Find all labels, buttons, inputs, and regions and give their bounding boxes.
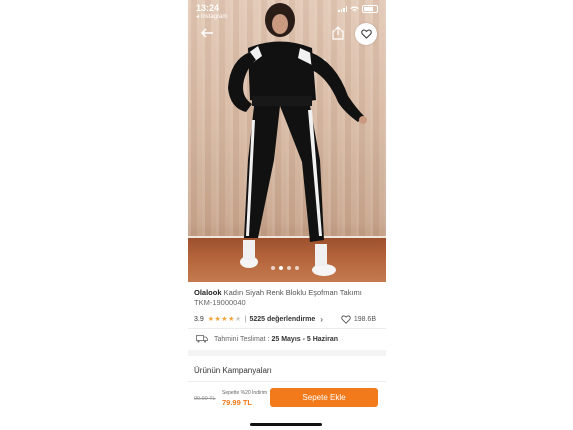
back-to-app-link[interactable]: ◂ Instagram — [196, 13, 227, 20]
carousel-dot[interactable] — [287, 266, 291, 270]
status-time: 13:24 — [196, 3, 220, 13]
carousel-dots[interactable] — [271, 266, 299, 270]
product-screen: 13:24 ◂ Instagram Olalook Kadın Siyah Re… — [188, 0, 386, 430]
product-name: Kadın Siyah Renk Bloklu Eşofman Takımı — [223, 288, 362, 297]
signal-icon — [338, 6, 347, 12]
purchase-bar: 99.99 TL Sepette %20 İndirim 79.99 TL Se… — [188, 384, 386, 416]
campaigns-title[interactable]: Ürünün Kampanyaları — [194, 366, 272, 375]
product-info: Olalook Kadın Siyah Renk Bloklu Eşofman … — [194, 288, 382, 308]
section-divider — [188, 350, 386, 356]
delivery-range: 25 Mayıs - 5 Haziran — [271, 335, 338, 343]
rating-stars: ★★★★★ — [208, 315, 242, 323]
like-count-value: 198.6B — [353, 315, 376, 323]
chevron-right-icon[interactable]: › — [320, 315, 323, 324]
status-icons — [338, 5, 378, 13]
back-arrow-icon[interactable] — [200, 26, 216, 42]
delivery-estimate: Tahmini Teslimat : 25 Mayıs - 5 Haziran — [196, 335, 338, 343]
share-icon[interactable] — [332, 26, 348, 42]
old-price: 99.99 TL — [194, 396, 216, 402]
review-count-link[interactable]: 5225 değerlendirme — [249, 316, 315, 323]
star-icon: ★ — [234, 316, 242, 323]
home-indicator[interactable] — [250, 423, 322, 426]
truck-icon — [196, 335, 208, 343]
delivery-label: Tahmini Teslimat : — [214, 335, 270, 343]
discounted-price: 79.99 TL — [222, 398, 253, 407]
product-sku: TKM-19000040 — [194, 298, 246, 307]
heart-icon — [341, 314, 351, 324]
divider — [188, 328, 386, 329]
carousel-dot[interactable] — [295, 266, 299, 270]
battery-icon — [362, 5, 378, 13]
wifi-icon — [350, 6, 359, 12]
promo-text: Sepette %20 İndirim — [222, 390, 268, 396]
divider — [188, 381, 386, 382]
rating-value: 3.9 — [194, 315, 204, 323]
favorite-button[interactable] — [355, 23, 377, 45]
add-to-cart-button[interactable]: Sepete Ekle — [270, 388, 378, 407]
rating-separator: | — [244, 315, 247, 323]
heart-icon — [360, 29, 372, 39]
product-image[interactable]: 13:24 ◂ Instagram — [188, 0, 386, 282]
carousel-dot[interactable] — [279, 266, 283, 270]
product-title: Olalook Kadın Siyah Renk Bloklu Eşofman … — [194, 288, 382, 298]
carousel-dot[interactable] — [271, 266, 275, 270]
star-icon: ★ — [207, 316, 215, 323]
like-count[interactable]: 198.6B — [341, 314, 376, 324]
rating-row: 3.9 ★★★★★ | 5225 değerlendirme › 198.6B — [194, 313, 382, 325]
model-figure — [228, 3, 367, 276]
product-brand[interactable]: Olalook — [194, 288, 222, 297]
status-bar: 13:24 ◂ Instagram — [188, 0, 386, 22]
star-icon: ★ — [228, 316, 235, 323]
